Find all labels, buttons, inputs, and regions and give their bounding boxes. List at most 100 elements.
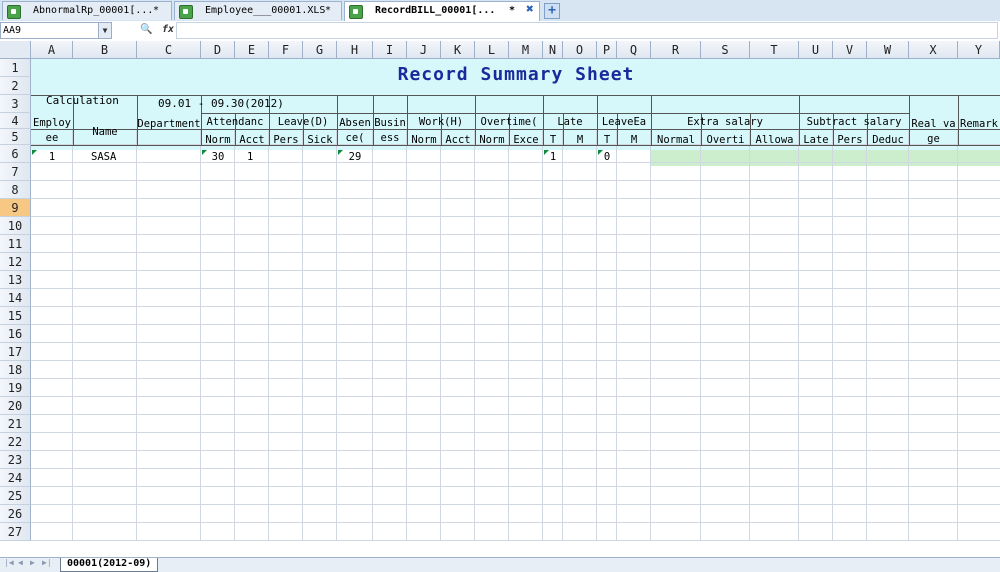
function-icon[interactable]: fx (162, 24, 174, 35)
col-line (508, 129, 509, 541)
row-line (31, 504, 1000, 505)
row-line (31, 396, 1000, 397)
employee-value[interactable]: 1 (31, 151, 73, 163)
column-header-a[interactable]: A (31, 41, 73, 59)
late-header: Late (557, 116, 583, 128)
column-header-g[interactable]: G (303, 41, 337, 59)
remark-header: Remark (960, 118, 998, 130)
row-header-17[interactable]: 17 (0, 343, 31, 361)
column-header-t[interactable]: T (750, 41, 799, 59)
file-tab-abnormal[interactable]: AbnormalRp_00001[... * (2, 1, 172, 20)
zoom-icon[interactable]: 🔍 (140, 24, 152, 35)
spreadsheet-grid[interactable]: ABCDEFGHIJKLMNOPQRSTUVWXY 1 2 3 4 5 6 7 8 9 10 11 1… (0, 41, 1000, 557)
column-header-y[interactable]: Y (958, 41, 1000, 59)
column-header-l[interactable]: L (475, 41, 509, 59)
row-header-11[interactable]: 11 (0, 235, 31, 253)
column-header-c[interactable]: C (137, 41, 201, 59)
sub-header: Norm (205, 134, 231, 146)
formula-input[interactable] (176, 22, 998, 39)
last-sheet-icon[interactable]: ▶| (42, 558, 52, 567)
new-tab-icon[interactable]: + (544, 3, 560, 19)
row-header-16[interactable]: 16 (0, 325, 31, 343)
col-line (798, 129, 799, 541)
row-header-21[interactable]: 21 (0, 415, 31, 433)
column-header-u[interactable]: U (799, 41, 833, 59)
file-tab-recordbill[interactable]: RecordBILL_00001[... * (344, 1, 540, 22)
sub-header: Pers (273, 134, 299, 146)
row-header-3[interactable]: 3 (0, 95, 31, 113)
column-header-s[interactable]: S (701, 41, 750, 59)
name-box-value: AA9 (3, 25, 22, 36)
row-header-22[interactable]: 22 (0, 433, 31, 451)
row-header-12[interactable]: 12 (0, 253, 31, 271)
col-line (372, 129, 373, 541)
row-line (31, 342, 1000, 343)
row-header-23[interactable]: 23 (0, 451, 31, 469)
row-header-9[interactable]: 9 (0, 199, 31, 217)
real-wage-header: Real vage (911, 118, 956, 145)
file-tab-label: Employee___00001.XLS (205, 5, 326, 16)
chevron-down-icon[interactable]: ▼ (98, 23, 111, 38)
col-line (542, 129, 543, 541)
column-header-k[interactable]: K (441, 41, 475, 59)
sub-header: M (576, 134, 584, 146)
unsaved-marker: * (325, 5, 332, 16)
row-header-13[interactable]: 13 (0, 271, 31, 289)
col-line (700, 129, 701, 541)
table-border (31, 95, 1000, 96)
column-header-j[interactable]: J (407, 41, 441, 59)
column-header-n[interactable]: N (543, 41, 563, 59)
column-header-e[interactable]: E (235, 41, 269, 59)
row-header-4[interactable]: 4 (0, 113, 31, 129)
row-header-25[interactable]: 25 (0, 487, 31, 505)
row-header-14[interactable]: 14 (0, 289, 31, 307)
row-header-15[interactable]: 15 (0, 307, 31, 325)
first-sheet-icon[interactable]: |◀ (4, 558, 14, 567)
row-header-19[interactable]: 19 (0, 379, 31, 397)
calculation-date-label: Calculation Date (46, 94, 126, 107)
select-all-corner[interactable] (0, 41, 31, 59)
column-header-d[interactable]: D (201, 41, 235, 59)
row-line (31, 486, 1000, 487)
column-header-q[interactable]: Q (617, 41, 651, 59)
row-header-8[interactable]: 8 (0, 181, 31, 199)
row-header-20[interactable]: 20 (0, 397, 31, 415)
row-header-1[interactable]: 1 (0, 59, 31, 77)
column-header-v[interactable]: V (833, 41, 867, 59)
sub-header: T (603, 134, 611, 146)
column-header-x[interactable]: X (909, 41, 958, 59)
col-line (866, 129, 867, 541)
column-header-p[interactable]: P (597, 41, 617, 59)
column-header-f[interactable]: F (269, 41, 303, 59)
row-header-10[interactable]: 10 (0, 217, 31, 235)
row-header-2[interactable]: 2 (0, 77, 31, 95)
file-tab-label: AbnormalRp_00001[... (33, 5, 154, 16)
col-line (908, 129, 909, 541)
column-header-w[interactable]: W (867, 41, 909, 59)
row-header-27[interactable]: 27 (0, 523, 31, 541)
column-header-h[interactable]: H (337, 41, 373, 59)
sheet-tab-active[interactable]: 00001(2012-09) (60, 558, 159, 572)
row-header-7[interactable]: 7 (0, 163, 31, 181)
row-line (31, 198, 1000, 199)
col-line (72, 129, 73, 541)
name-value[interactable]: SASA (73, 151, 137, 163)
column-header-r[interactable]: R (651, 41, 701, 59)
attendance-acct-value[interactable]: 1 (235, 151, 269, 163)
name-box[interactable]: AA9 ▼ (0, 22, 112, 39)
close-tab-icon[interactable]: ✖ (526, 2, 534, 17)
row-line (31, 360, 1000, 361)
col-line (832, 129, 833, 541)
file-tab-employee[interactable]: Employee___00001.XLS * (174, 1, 342, 20)
row-header-26[interactable]: 26 (0, 505, 31, 523)
row-header-24[interactable]: 24 (0, 469, 31, 487)
row-header-18[interactable]: 18 (0, 361, 31, 379)
column-header-i[interactable]: I (373, 41, 407, 59)
next-sheet-icon[interactable]: ▶ (30, 558, 35, 567)
row-header-6[interactable]: 6 (0, 145, 31, 163)
column-header-m[interactable]: M (509, 41, 543, 59)
column-header-b[interactable]: B (73, 41, 137, 59)
prev-sheet-icon[interactable]: ◀ (18, 558, 23, 567)
row-header-5[interactable]: 5 (0, 129, 31, 145)
column-header-o[interactable]: O (563, 41, 597, 59)
